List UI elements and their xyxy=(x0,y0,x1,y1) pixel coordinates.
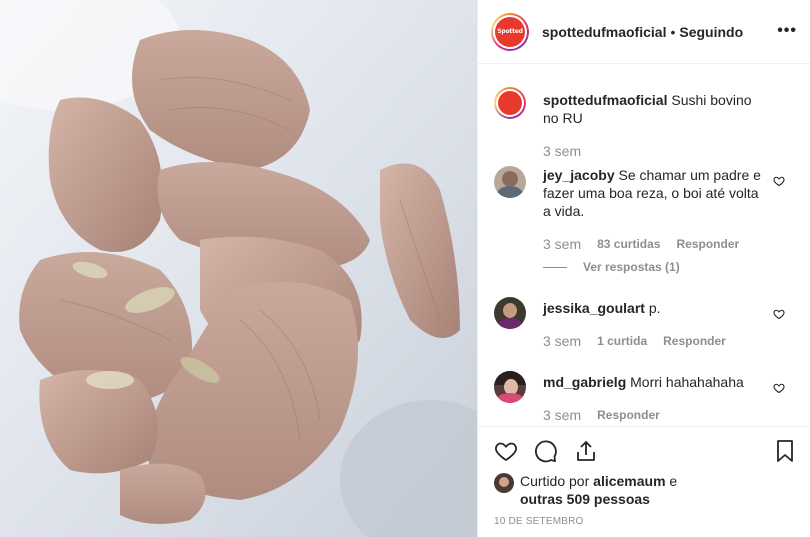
liked-by-conj: e xyxy=(669,473,678,489)
commenter-avatar[interactable] xyxy=(494,297,526,329)
reply-button[interactable]: Responder xyxy=(677,237,740,251)
commenter-avatar[interactable] xyxy=(494,166,526,198)
post-side-panel: Spotted spottedufmaoficial • Seguindo ••… xyxy=(477,0,810,537)
comment-time[interactable]: 3 sem xyxy=(543,407,581,423)
liked-by-prefix: Curtido por xyxy=(520,473,590,489)
caption-username-link[interactable]: spottedufmaoficial xyxy=(543,92,667,108)
comment-meta: 3 sem 83 curtidas Responder xyxy=(543,236,739,252)
liker-avatar[interactable] xyxy=(494,473,514,493)
share-icon[interactable] xyxy=(574,439,598,463)
post-photo[interactable] xyxy=(0,0,477,537)
comment-body: Morri hahahahaha xyxy=(630,374,744,390)
reply-button[interactable]: Responder xyxy=(663,334,726,348)
comments-list[interactable]: spottedufmaoficial Sushi bovino no RU 3 … xyxy=(478,65,810,426)
caption-time[interactable]: 3 sem xyxy=(543,143,581,159)
beef-photo-illustration xyxy=(0,0,477,537)
follow-status-button[interactable]: Seguindo xyxy=(679,24,743,40)
post-date[interactable]: 10 DE SETEMBRO xyxy=(494,516,584,527)
post-actions: Curtido por alicemaum e outras 509 pesso… xyxy=(478,426,810,537)
logo-text: Spotted xyxy=(497,28,523,35)
instagram-post-view: Spotted spottedufmaoficial • Seguindo ••… xyxy=(0,0,810,537)
post-header: Spotted spottedufmaoficial • Seguindo ••… xyxy=(478,0,810,64)
comment-text: md_gabrielg Morri hahahahaha xyxy=(543,373,768,391)
comment-likes[interactable]: 83 curtidas xyxy=(597,237,660,251)
comment-time[interactable]: 3 sem xyxy=(543,333,581,349)
comment-username-link[interactable]: jessika_goulart xyxy=(543,300,645,316)
author-username-link[interactable]: spottedufmaoficial xyxy=(542,24,666,40)
comment-meta: 3 sem Responder xyxy=(543,407,660,423)
comment-username-link[interactable]: jey_jacoby xyxy=(543,167,615,183)
commenter-avatar[interactable] xyxy=(494,371,526,403)
comment-text: jey_jacoby Se chamar um padre e fazer um… xyxy=(543,166,768,220)
comment-username-link[interactable]: md_gabrielg xyxy=(543,374,626,390)
caption-meta: 3 sem xyxy=(543,143,581,159)
liker-username-link[interactable]: alicemaum xyxy=(593,473,665,489)
like-comment-heart-icon[interactable] xyxy=(773,175,785,187)
spotted-logo: Spotted xyxy=(495,16,525,47)
like-comment-heart-icon[interactable] xyxy=(773,382,785,394)
comment-time[interactable]: 3 sem xyxy=(543,236,581,252)
caption-avatar[interactable] xyxy=(494,87,526,119)
comment-text: jessika_goulart p. xyxy=(543,299,768,317)
replies-line xyxy=(543,266,567,268)
other-likers-link[interactable]: outras 509 pessoas xyxy=(520,491,650,507)
like-heart-icon[interactable] xyxy=(494,439,518,463)
like-comment-heart-icon[interactable] xyxy=(773,308,785,320)
more-options-icon[interactable]: ••• xyxy=(777,22,797,40)
comment-body: p. xyxy=(648,300,661,316)
view-replies-button[interactable]: Ver respostas (1) xyxy=(543,260,680,274)
liked-by-summary: Curtido por alicemaum e outras 509 pesso… xyxy=(494,472,677,508)
caption-text: spottedufmaoficial Sushi bovino no RU xyxy=(543,91,768,127)
comment-meta: 3 sem 1 curtida Responder xyxy=(543,333,726,349)
comment-likes[interactable]: 1 curtida xyxy=(597,334,647,348)
author-avatar[interactable]: Spotted xyxy=(491,12,529,51)
header-separator: • xyxy=(670,23,676,40)
view-replies-label: Ver respostas (1) xyxy=(583,260,680,274)
comment-bubble-icon[interactable] xyxy=(534,439,558,463)
bookmark-icon[interactable] xyxy=(773,439,797,463)
reply-button[interactable]: Responder xyxy=(597,408,660,422)
